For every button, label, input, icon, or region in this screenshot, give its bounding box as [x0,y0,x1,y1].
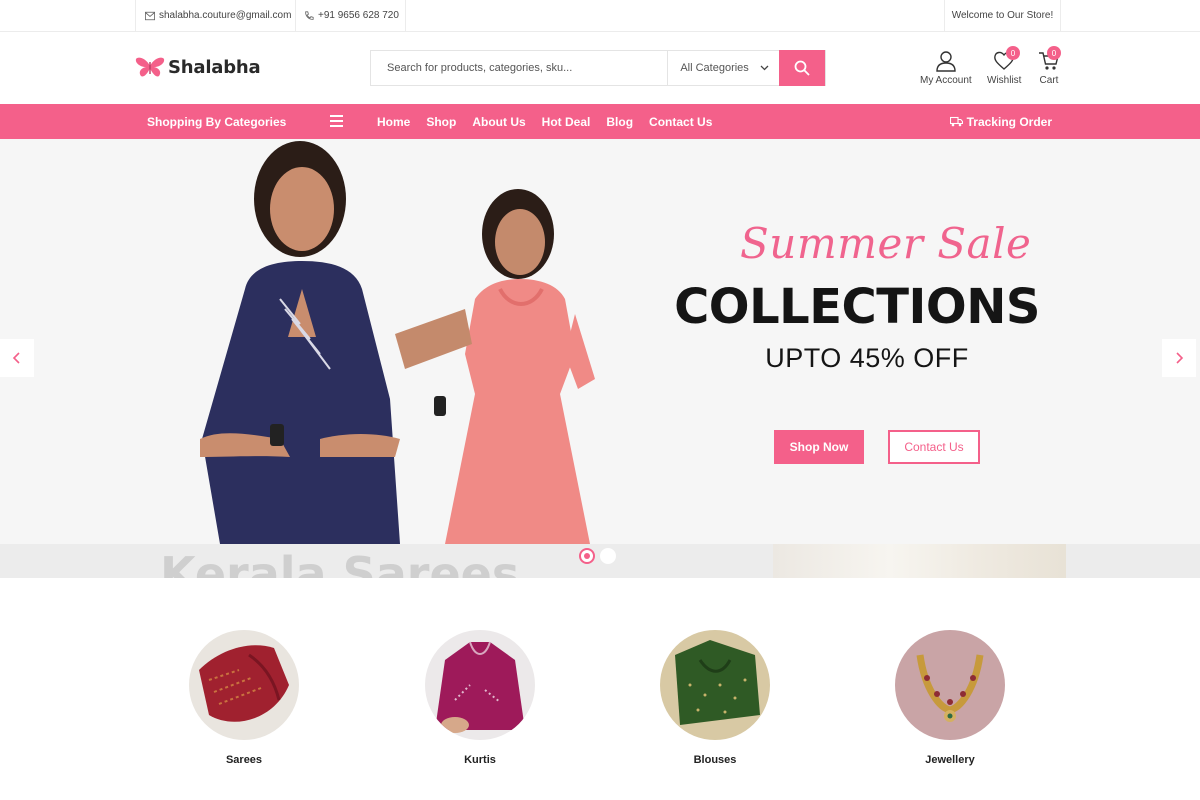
hero-headline: COLLECTIONS [674,279,1040,335]
cart-label: Cart [1039,75,1059,86]
brand-name: Shalabha [168,56,261,78]
category-name: Sarees [225,754,263,766]
next-slide-title: Kerala Sarees [160,547,520,578]
hero-subline: UPTO 45% OFF [765,343,969,373]
slider-dot-1[interactable] [579,548,595,564]
topbar-email-text: shalabha.couture@gmail.com [159,10,292,21]
mail-icon [145,11,155,20]
next-slide-image [773,544,1066,578]
slider-prev-button[interactable] [0,339,34,377]
search-input[interactable] [371,51,669,85]
topbar-phone[interactable]: +91 9656 628 720 [296,0,406,31]
category-image-sarees [189,630,299,740]
shop-now-button[interactable]: Shop Now [774,430,864,464]
shop-by-categories-label: Shopping By Categories [147,114,287,129]
wishlist-link[interactable]: 0 Wishlist [987,46,1022,86]
category-image-jewellery [895,630,1005,740]
category-name: Jewellery [925,754,975,766]
tracking-order-link[interactable]: Tracking Order [949,104,1052,139]
search-bar: All Categories [370,50,826,86]
category-name: Blouses [693,754,737,766]
category-row: Sarees Kurtis Blouses Jewellery [0,630,1200,780]
category-jewellery[interactable]: Jewellery [895,630,1005,766]
wishlist-count-badge: 0 [1006,46,1020,60]
site-header: Shalabha All Categories My Account 0 Wis… [0,32,1200,104]
main-nav: Shopping By Categories Home Shop About U… [0,104,1200,139]
cart-link[interactable]: 0 Cart [1038,46,1061,86]
category-blouses[interactable]: Blouses [660,630,770,766]
cart-count-badge: 0 [1047,46,1061,60]
hero-slider: Summer Sale COLLECTIONS UPTO 45% OFF Sho… [0,139,1200,544]
my-account-link[interactable]: My Account [920,50,972,86]
tracking-order-label: Tracking Order [966,114,1052,129]
chevron-down-icon [760,65,769,71]
nav-link-shop[interactable]: Shop [426,115,456,129]
nav-link-hot-deal[interactable]: Hot Deal [542,115,591,129]
nav-link-contact-us[interactable]: Contact Us [649,115,712,129]
chevron-right-icon [1176,352,1184,364]
my-account-label: My Account [920,75,972,86]
slider-pagination [579,548,616,564]
chevron-left-icon [12,352,20,364]
contact-us-button[interactable]: Contact Us [888,430,980,464]
site-logo[interactable]: Shalabha [135,56,261,78]
nav-link-about-us[interactable]: About Us [472,115,525,129]
nav-link-home[interactable]: Home [377,115,410,129]
topbar-email[interactable]: shalabha.couture@gmail.com [135,0,296,31]
nav-links: Home Shop About Us Hot Deal Blog Contact… [377,104,712,139]
wishlist-label: Wishlist [987,75,1022,86]
nav-link-blog[interactable]: Blog [606,115,633,129]
topbar-phone-text: +91 9656 628 720 [318,10,399,21]
category-image-kurtis [425,630,535,740]
top-bar: shalabha.couture@gmail.com +91 9656 628 … [0,0,1200,32]
hero-models-image [200,141,595,544]
category-select-value: All Categories [680,62,749,74]
category-name: Kurtis [464,754,496,766]
hamburger-menu-icon[interactable] [330,115,343,128]
category-kurtis[interactable]: Kurtis [425,630,535,766]
user-icon [936,51,956,72]
slider-next-button[interactable] [1162,339,1196,377]
category-sarees[interactable]: Sarees [189,630,299,766]
category-image-blouses [660,630,770,740]
slider-dot-2[interactable] [600,548,616,564]
category-select[interactable]: All Categories [668,51,779,85]
truck-icon [949,116,963,127]
search-icon [794,60,810,76]
phone-icon [305,10,314,20]
butterfly-logo-icon [135,57,165,77]
search-button[interactable] [779,50,825,86]
shop-by-categories-toggle[interactable]: Shopping By Categories [147,104,286,139]
hero-script-title: Summer Sale [740,219,1032,268]
welcome-message: Welcome to Our Store! [944,0,1061,31]
